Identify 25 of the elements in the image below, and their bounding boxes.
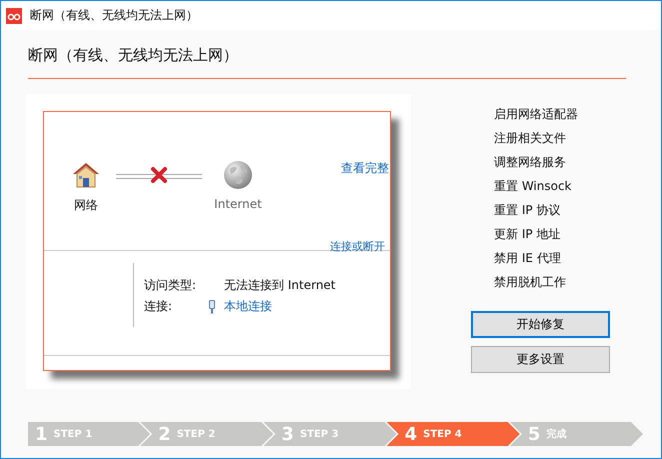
- repair-item: 更新 IP 地址: [494, 226, 562, 243]
- detail-value: 无法连接到 Internet: [224, 277, 336, 294]
- detail-label: 连接:: [144, 298, 174, 315]
- action-button[interactable]: 更多设置: [471, 346, 610, 373]
- network-cable-icon: [208, 300, 216, 314]
- detail-label: 访问类型:: [144, 277, 196, 294]
- step-tab[interactable]: 4 STEP 4: [386, 422, 520, 446]
- repair-item: 注册相关文件: [494, 130, 567, 147]
- repair-item: 禁用 IE 代理: [494, 250, 562, 267]
- network-label: 网络: [74, 197, 98, 214]
- repair-item: 调整网络服务: [494, 154, 567, 171]
- app-logo-icon: [6, 8, 22, 24]
- action-button[interactable]: 开始修复: [471, 311, 610, 338]
- disconnected-icon: [150, 167, 168, 183]
- repair-item: 重置 Winsock: [494, 178, 572, 195]
- repair-item: 禁用脱机工作: [494, 274, 567, 291]
- repair-item: 启用网络适配器: [494, 106, 579, 123]
- connection-link[interactable]: 本地连接: [224, 298, 336, 315]
- full-map-link[interactable]: 查看完整: [341, 160, 389, 177]
- globe-icon: [222, 159, 254, 191]
- connect-disconnect-link[interactable]: 连接或断开: [330, 239, 385, 254]
- internet-label: Internet: [214, 197, 262, 211]
- window-title: 断网（有线、无线均无法上网）: [30, 7, 198, 24]
- page-title: 断网（有线、无线均无法上网）: [28, 46, 238, 66]
- repair-item: 重置 IP 协议: [494, 202, 562, 219]
